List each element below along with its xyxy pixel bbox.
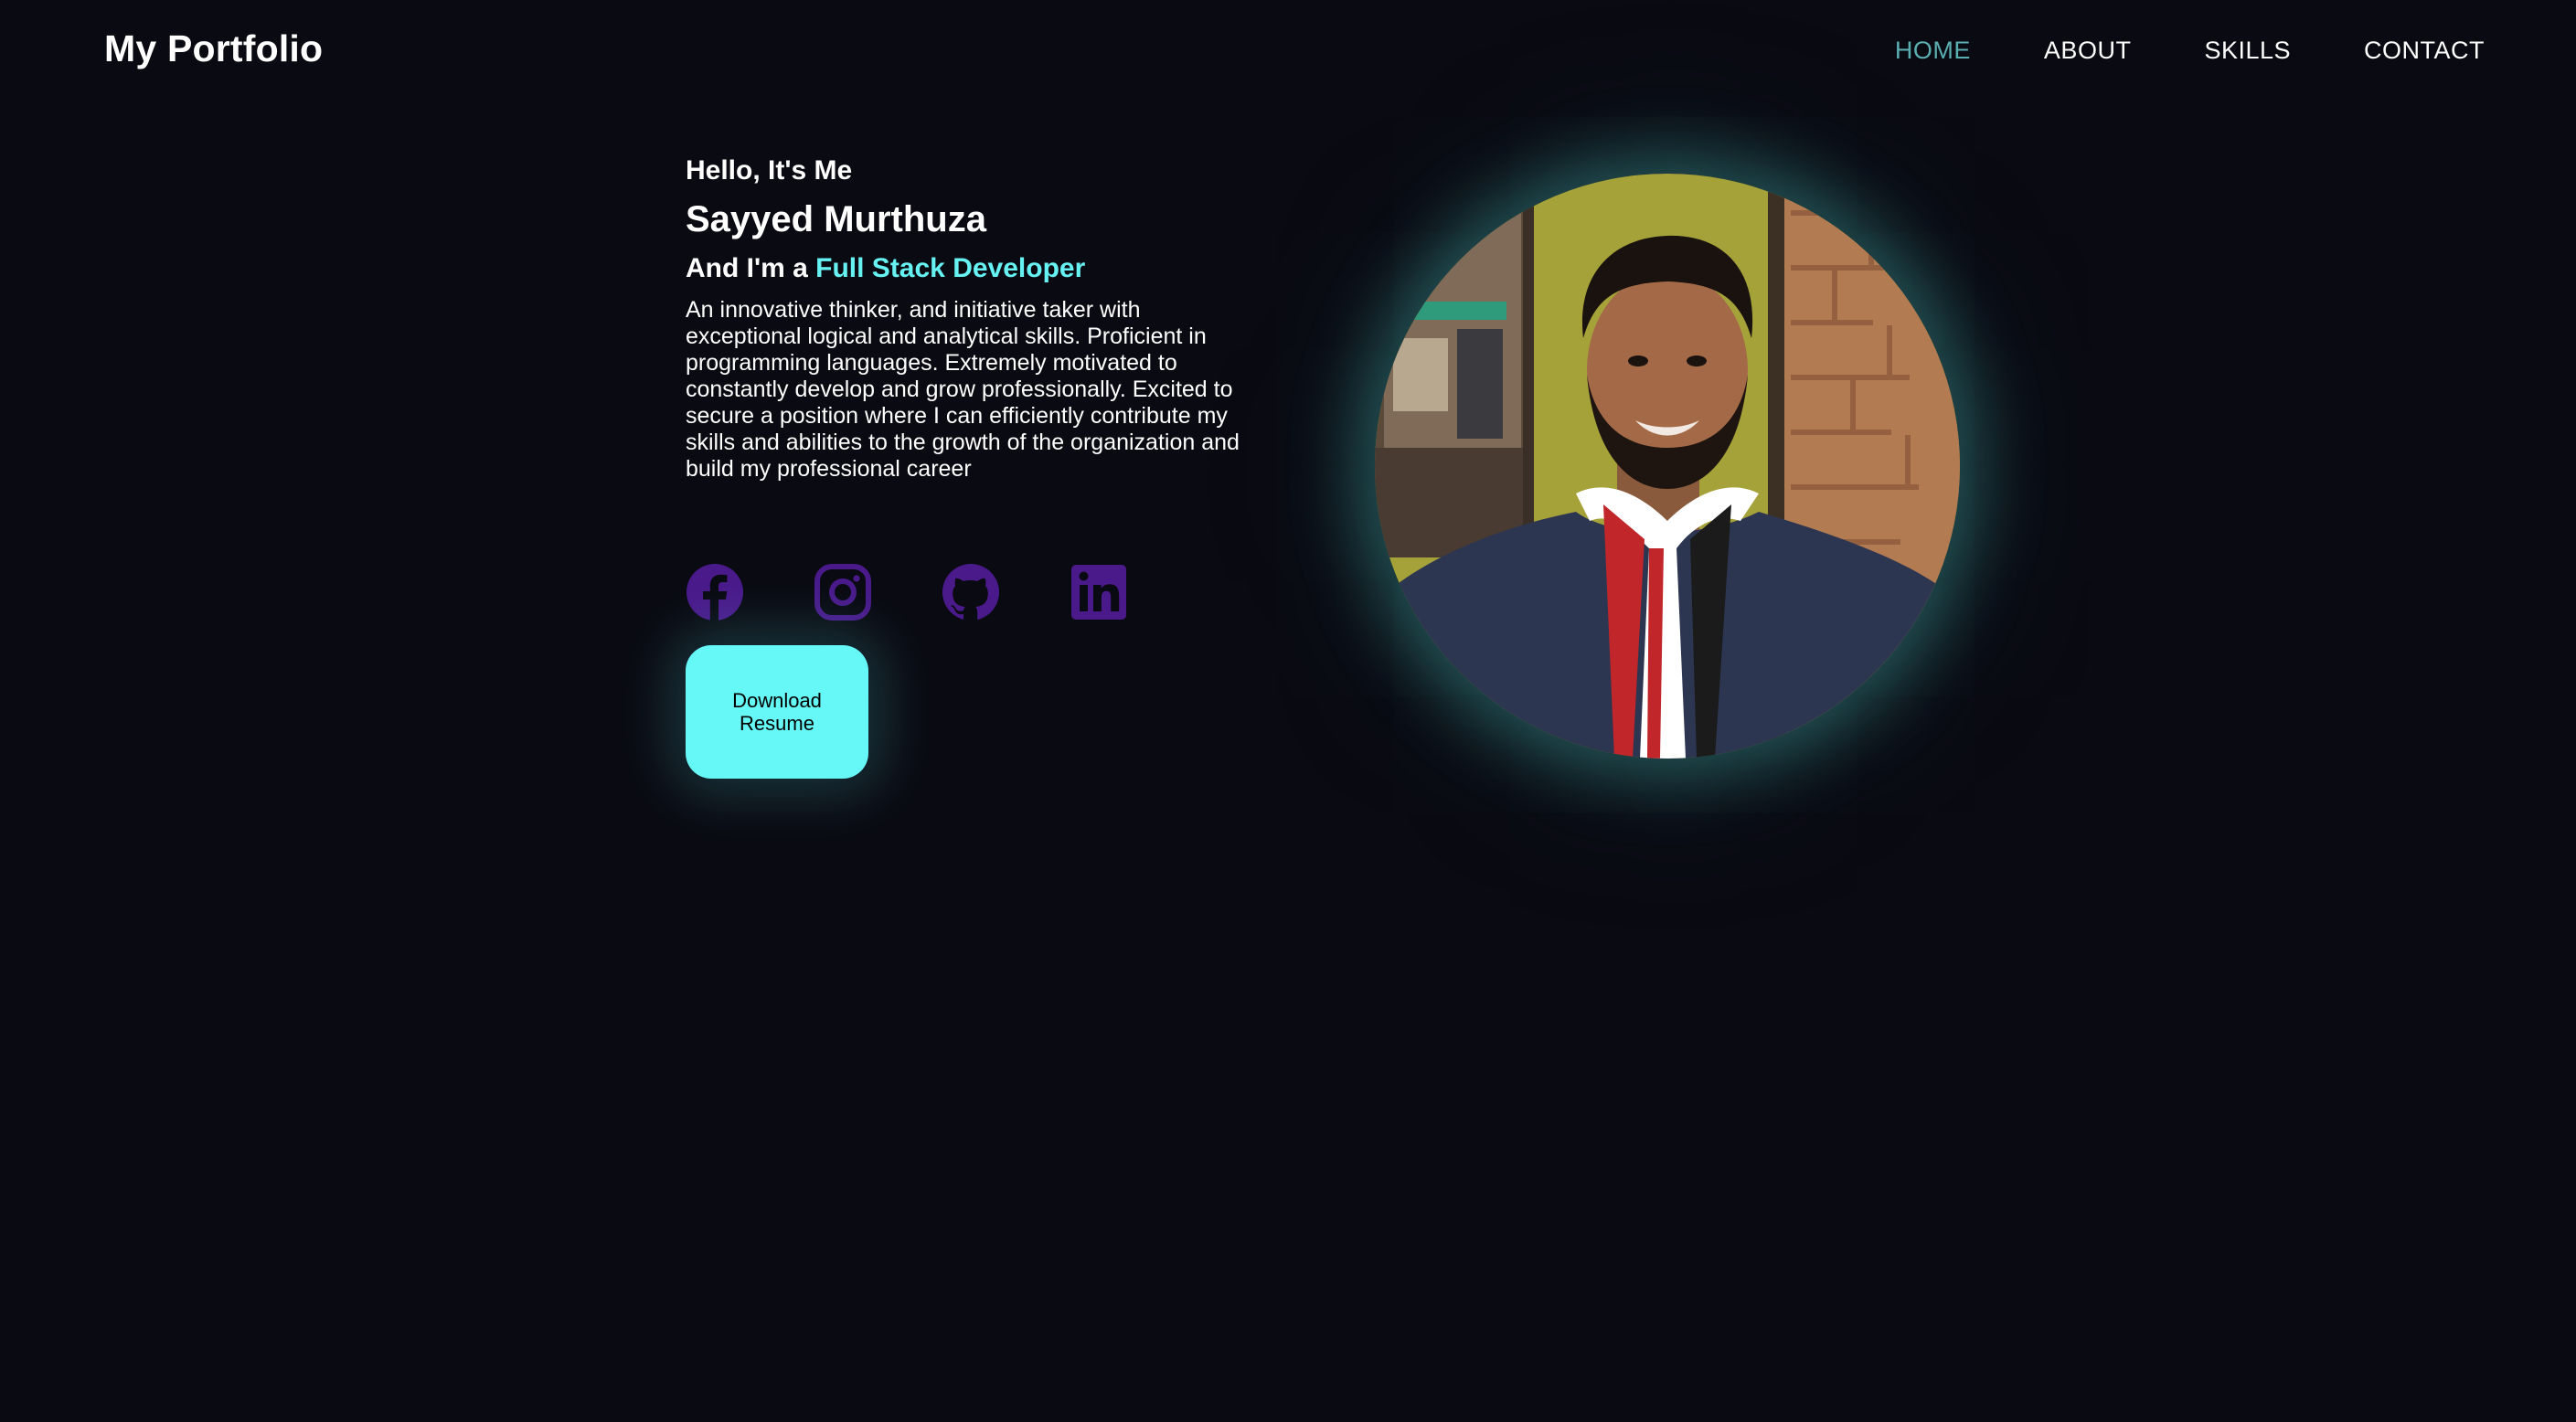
portfolio-page: My Portfolio HOME ABOUT SKILLS CONTACT H… <box>0 0 2576 1422</box>
bio-text: An innovative thinker, and initiative ta… <box>686 297 1240 482</box>
role-prefix: And I'm a <box>686 253 816 283</box>
instagram-icon <box>814 564 871 621</box>
facebook-link[interactable] <box>686 563 744 621</box>
site-header: My Portfolio HOME ABOUT SKILLS CONTACT <box>0 0 2576 102</box>
nav-about[interactable]: ABOUT <box>2044 37 2132 65</box>
nav-contact[interactable]: CONTACT <box>2364 37 2485 65</box>
brand-logo[interactable]: My Portfolio <box>104 27 323 70</box>
social-links <box>686 563 1128 621</box>
github-link[interactable] <box>942 563 1000 621</box>
github-icon <box>942 564 999 621</box>
linkedin-link[interactable] <box>1070 563 1128 621</box>
nav-home[interactable]: HOME <box>1895 37 1971 65</box>
role-highlight: Full Stack Developer <box>815 253 1086 283</box>
profile-photo <box>1375 174 1960 759</box>
facebook-icon <box>687 564 743 621</box>
download-resume-button[interactable]: Download Resume <box>686 645 868 779</box>
main-nav: HOME ABOUT SKILLS CONTACT <box>1895 37 2485 65</box>
person-name: Sayyed Murthuza <box>686 199 986 239</box>
nav-skills[interactable]: SKILLS <box>2204 37 2291 65</box>
hero-section: Hello, It's Me Sayyed Murthuza And I'm a… <box>686 155 1271 483</box>
portrait-image <box>1375 174 1960 759</box>
linkedin-icon <box>1071 565 1126 620</box>
role-heading: And I'm a Full Stack Developer <box>686 253 1271 284</box>
greeting: Hello, It's Me <box>686 155 853 186</box>
instagram-link[interactable] <box>814 563 872 621</box>
